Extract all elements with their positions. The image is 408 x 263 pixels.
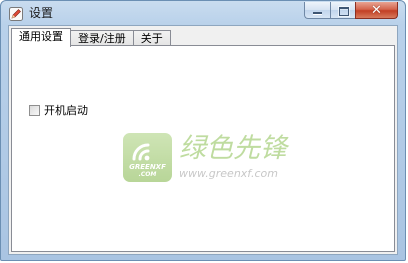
- close-button[interactable]: ✕: [355, 2, 398, 19]
- autostart-checkbox[interactable]: [29, 105, 40, 116]
- window-client-area: 通用设置 登录/注册 关于 开机启动 GREENXF .COM 绿色先锋 www…: [8, 25, 398, 255]
- signal-arcs-icon: [132, 143, 150, 161]
- tab-panel-general: 开机启动 GREENXF .COM 绿色先锋 www.greenxf.com: [11, 45, 395, 252]
- tab-general-settings[interactable]: 通用设置: [11, 28, 71, 47]
- settings-window: 设置 ✕ 通用设置 登录/注册 关于 开机启动 GREENXF .COM 绿色先…: [0, 0, 406, 261]
- watermark-brand-text: 绿色先锋: [179, 133, 287, 164]
- minimize-button[interactable]: [304, 2, 330, 19]
- maximize-icon: [339, 7, 349, 16]
- watermark: GREENXF .COM 绿色先锋 www.greenxf.com: [123, 133, 303, 203]
- maximize-button[interactable]: [330, 2, 355, 19]
- autostart-label[interactable]: 开机启动: [44, 104, 88, 117]
- logo-text-greenxf: GREENXF: [129, 163, 166, 171]
- watermark-url: www.greenxf.com: [179, 167, 278, 180]
- minimize-icon: [313, 12, 322, 14]
- logo-text-com: .COM: [138, 171, 157, 178]
- autostart-option[interactable]: 开机启动: [29, 104, 88, 117]
- greenxf-logo-icon: GREENXF .COM: [123, 133, 172, 182]
- close-icon: ✕: [371, 2, 382, 18]
- title-bar[interactable]: 设置 ✕: [1, 1, 405, 25]
- pencil-icon: [9, 7, 23, 21]
- caption-buttons: ✕: [304, 2, 398, 20]
- tab-strip: 通用设置 登录/注册 关于: [11, 28, 171, 47]
- window-title: 设置: [29, 6, 54, 20]
